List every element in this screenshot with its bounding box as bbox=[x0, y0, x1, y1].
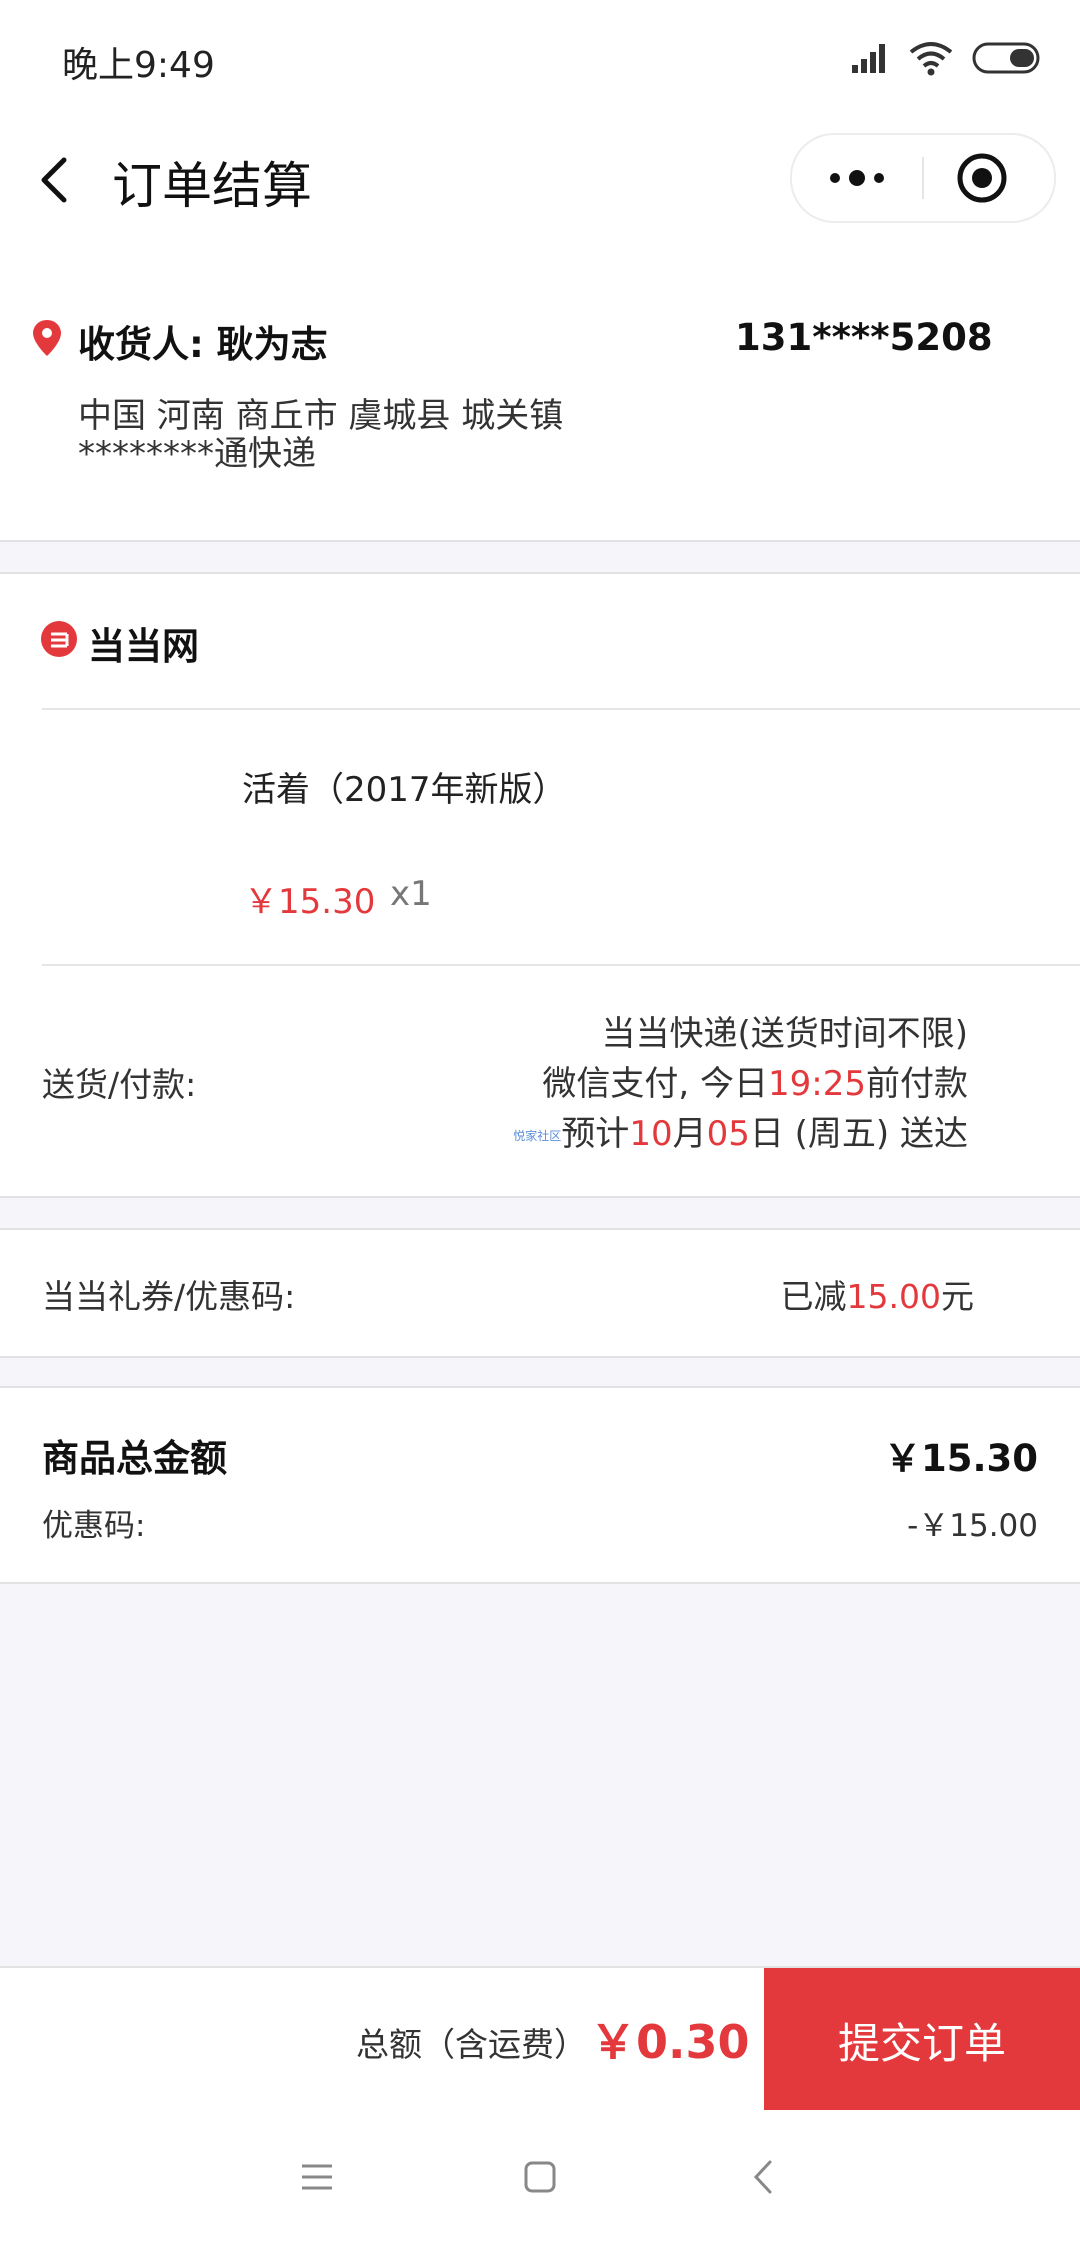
checkout-bar: 总额（含运费） ￥0.30 提交订单 bbox=[0, 1966, 1080, 2112]
divider bbox=[42, 964, 1080, 966]
close-miniprogram-icon[interactable] bbox=[952, 148, 1012, 208]
back-icon[interactable] bbox=[740, 2152, 790, 2202]
coupon-row[interactable]: 当当礼券/优惠码: 已减15.00元 bbox=[0, 1228, 1080, 1358]
signal-icon bbox=[852, 44, 885, 73]
goods-total-value: ￥15.30 bbox=[883, 1437, 1038, 1480]
menu-icon[interactable] bbox=[292, 2152, 342, 2202]
payment-deadline: 微信支付, 今日19:25前付款 bbox=[542, 1056, 968, 1105]
payment-prefix: 微信支付, 今日 bbox=[542, 1064, 769, 1104]
recipient-phone: 131****5208 bbox=[735, 316, 993, 359]
delivery-method-text: 当当快递(送货时间不限) bbox=[601, 1014, 968, 1054]
discount-value: -￥15.00 bbox=[907, 1508, 1038, 1544]
payment-suffix: 前付款 bbox=[866, 1064, 968, 1104]
system-nav-bar bbox=[0, 2110, 1080, 2244]
coupon-value-amount: 15.00 bbox=[846, 1277, 941, 1316]
goods-total-label: 商品总金额 bbox=[42, 1437, 227, 1480]
status-icons bbox=[850, 40, 1042, 76]
order-total-label: 总额（含运费） bbox=[356, 2025, 587, 2064]
shipping-address[interactable]: 收货人: 耿为志 131****5208 中国 河南 商丘市 虞城县 城关镇 *… bbox=[0, 240, 1080, 542]
estimate-month-unit: 月 bbox=[672, 1114, 707, 1154]
delivery-label: 送货/付款: bbox=[42, 1065, 197, 1104]
recipient-name: 收货人: 耿为志 bbox=[78, 323, 328, 366]
wifi-icon bbox=[909, 42, 953, 76]
submit-order-button[interactable]: 提交订单 bbox=[764, 1968, 1080, 2112]
back-arrow-icon[interactable] bbox=[30, 150, 90, 210]
title-bar: 订单结算 bbox=[0, 120, 1080, 240]
delivery-method: 当当快递(送货时间不限) bbox=[601, 1006, 968, 1055]
capsule-divider bbox=[922, 157, 924, 199]
more-icon[interactable] bbox=[822, 153, 892, 203]
estimate-prefix: 预计 bbox=[561, 1114, 630, 1154]
product-name: 活着（2017年新版） bbox=[242, 770, 567, 810]
dangdang-logo-icon bbox=[41, 621, 77, 657]
coupon-label: 当当礼券/优惠码: bbox=[42, 1277, 296, 1316]
product-quantity: x1 bbox=[390, 874, 432, 914]
estimate-suffix: 日 (周五) 送达 bbox=[749, 1114, 968, 1154]
status-time: 晚上9:49 bbox=[62, 45, 215, 86]
miniprogram-capsule bbox=[790, 133, 1056, 223]
coupon-value: 已减15.00元 bbox=[781, 1270, 974, 1318]
store-card: 当当网 活着（2017年新版） ￥15.30 x1 送货/付款: 当当快递(送货… bbox=[0, 572, 1080, 1198]
home-icon[interactable] bbox=[515, 2152, 565, 2202]
payment-time: 19:25 bbox=[768, 1064, 866, 1104]
watermark-text: 悦家社区 bbox=[513, 1129, 562, 1143]
order-total-value: ￥0.30 bbox=[590, 2015, 750, 2069]
battery-icon bbox=[972, 42, 1040, 74]
coupon-value-suffix: 元 bbox=[941, 1277, 974, 1316]
store-name: 当当网 bbox=[88, 625, 199, 668]
page-title: 订单结算 bbox=[112, 157, 312, 215]
divider bbox=[42, 708, 1080, 710]
address-line-2: ********通快递 bbox=[78, 434, 316, 474]
price-summary: 商品总金额 ￥15.30 优惠码: -￥15.00 bbox=[0, 1386, 1080, 1584]
status-bar: 晚上9:49 bbox=[0, 0, 1080, 120]
delivery-estimate: 悦家社区预计10月05日 (周五) 送达 bbox=[513, 1106, 968, 1155]
discount-label: 优惠码: bbox=[42, 1508, 146, 1544]
estimate-day: 05 bbox=[706, 1114, 750, 1154]
product-price: ￥15.30 bbox=[244, 882, 376, 922]
coupon-value-prefix: 已减 bbox=[780, 1277, 847, 1316]
location-pin-icon bbox=[33, 320, 61, 356]
estimate-month: 10 bbox=[629, 1114, 673, 1154]
